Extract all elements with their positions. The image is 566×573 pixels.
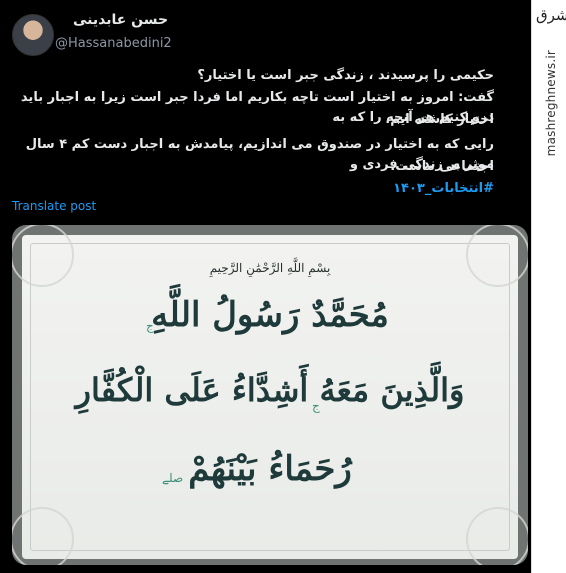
watermark-strip: مشرق mashreghnews.ir [531, 0, 566, 573]
basmala-text: بِسْمِ اللَّهِ الرَّحْمَٰنِ الرَّحِيمِ [209, 261, 331, 275]
calligraphy-card: بِسْمِ اللَّهِ الرَّحْمَٰنِ الرَّحِيمِ م… [12, 225, 528, 565]
verse-mark-3: صلے [162, 471, 184, 485]
avatar[interactable] [12, 14, 54, 56]
tweet-line-5: اجتماعی ماست. [390, 159, 494, 174]
verse-line-2: وَالَّذِينَ مَعَهُ أَشِدَّاءُ عَلَى الْك… [75, 371, 465, 409]
verse-mark-2: ج [312, 399, 320, 413]
author-handle[interactable]: @Hassanabedini2 [55, 36, 172, 51]
verse-line-1: مُحَمَّدٌ رَسُولُ اللَّهِ [151, 295, 389, 335]
site-logo: مشرق [536, 6, 566, 24]
verse-line-3: رُحَمَاءُ بَيْنَهُمْ [188, 449, 352, 489]
ornament-top-right [466, 225, 528, 287]
tweet-image[interactable]: بِسْمِ اللَّهِ الرَّحْمَٰنِ الرَّحِيمِ م… [12, 225, 528, 565]
translate-post-link[interactable]: Translate post [12, 199, 96, 213]
ornament-bottom-right [466, 507, 528, 565]
verse-mark-1: ج [146, 319, 154, 333]
ornament-bottom-left [12, 507, 74, 565]
tweet-line-1: حکیمی را پرسیدند ، زندگی جبر است یا اختی… [197, 68, 494, 83]
watermark-site: mashreghnews.ir [544, 50, 558, 157]
author-name[interactable]: حسن عابدینی [73, 12, 168, 28]
tweet-line-3: اختیار کاشته ایم. [385, 112, 494, 127]
hashtag-link[interactable]: #انتخابات_۱۴۰۳ [14, 179, 494, 199]
